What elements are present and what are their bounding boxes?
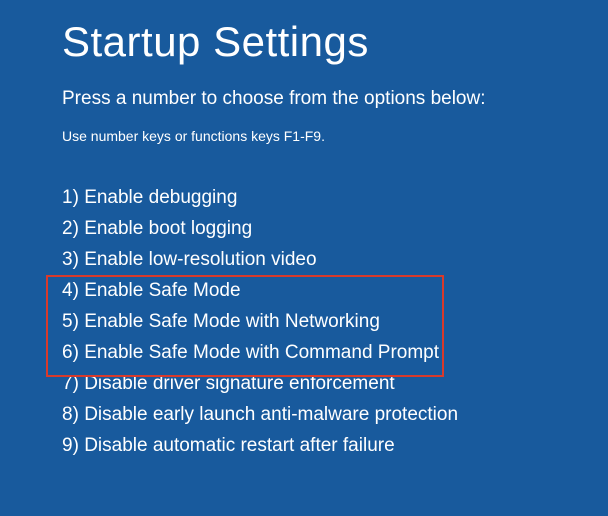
option-item-4[interactable]: 4) Enable Safe Mode: [62, 275, 546, 306]
option-item-5[interactable]: 5) Enable Safe Mode with Networking: [62, 306, 546, 337]
option-num: 7: [62, 373, 73, 394]
option-num: 3: [62, 249, 73, 270]
option-num: 5: [62, 311, 73, 332]
option-num: 8: [62, 404, 73, 425]
option-item-8[interactable]: 8) Disable early launch anti-malware pro…: [62, 399, 546, 430]
option-item-1[interactable]: 1) Enable debugging: [62, 182, 546, 213]
option-label: Disable driver signature enforcement: [84, 373, 395, 394]
instruction-text: Press a number to choose from the option…: [62, 88, 546, 110]
option-num: 4: [62, 280, 73, 301]
option-label: Enable debugging: [84, 187, 237, 208]
option-item-9[interactable]: 9) Disable automatic restart after failu…: [62, 430, 546, 461]
option-label: Enable low-resolution video: [84, 249, 316, 270]
option-num: 2: [62, 218, 73, 239]
option-label: Enable Safe Mode with Networking: [84, 311, 380, 332]
option-item-3[interactable]: 3) Enable low-resolution video: [62, 244, 546, 275]
option-label: Enable Safe Mode with Command Prompt: [84, 342, 439, 363]
startup-settings-screen: Startup Settings Press a number to choos…: [0, 0, 608, 461]
option-label: Enable boot logging: [84, 218, 252, 239]
option-item-2[interactable]: 2) Enable boot logging: [62, 213, 546, 244]
option-num: 1: [62, 187, 73, 208]
page-title: Startup Settings: [62, 18, 546, 66]
option-label: Enable Safe Mode: [84, 280, 240, 301]
option-label: Disable automatic restart after failure: [84, 435, 394, 456]
options-list: 1) Enable debugging 2) Enable boot loggi…: [62, 182, 546, 461]
subinstruction-text: Use number keys or functions keys F1-F9.: [62, 128, 546, 144]
option-label: Disable early launch anti-malware protec…: [84, 404, 458, 425]
option-num: 6: [62, 342, 73, 363]
option-item-6[interactable]: 6) Enable Safe Mode with Command Prompt: [62, 337, 546, 368]
option-item-7[interactable]: 7) Disable driver signature enforcement: [62, 368, 546, 399]
option-num: 9: [62, 435, 73, 456]
